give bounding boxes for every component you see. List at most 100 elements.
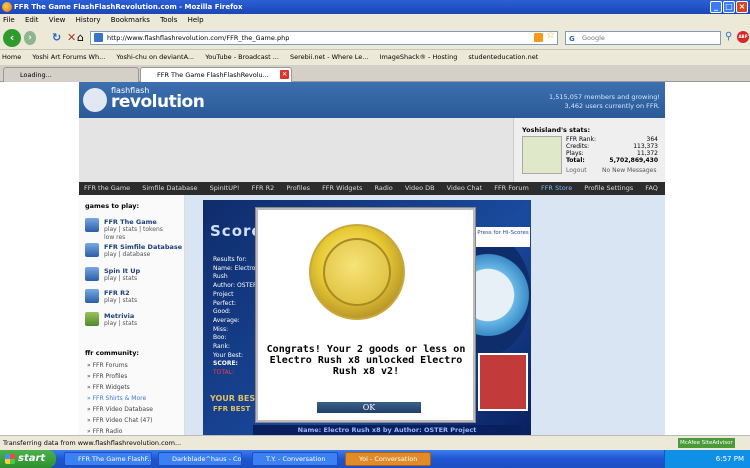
- nav-ffr-widgets[interactable]: FFR Widgets: [322, 184, 362, 192]
- community-video-database[interactable]: » FFR Video Database: [87, 406, 153, 413]
- adblock-icon[interactable]: ABP: [737, 31, 749, 43]
- menu-view[interactable]: View: [49, 16, 66, 24]
- community-profiles[interactable]: » FFR Profiles: [87, 373, 127, 380]
- menu-tools[interactable]: Tools: [160, 16, 177, 24]
- tab-close-icon[interactable]: ×: [280, 70, 289, 79]
- song-info-bar: Name: Electro Rush x8 by Author: OSTER P…: [253, 425, 521, 435]
- nav-faq[interactable]: FAQ: [645, 184, 658, 192]
- stat-total: Total: 5,702,869,430: [566, 157, 658, 164]
- game-icon: [85, 289, 99, 303]
- hiscores-button[interactable]: Press for Hi-Scores: [476, 227, 530, 247]
- community-widgets[interactable]: » FFR Widgets: [87, 384, 130, 391]
- game-title[interactable]: FFR The Game: [104, 218, 157, 226]
- results-rank: Rank:: [213, 343, 231, 351]
- url-text: http://www.flashflashrevolution.com/FFR_…: [107, 34, 290, 42]
- menu-bookmarks[interactable]: Bookmarks: [111, 16, 150, 24]
- stats-title: Yoshisland's stats:: [522, 126, 591, 134]
- community-label: FFR Shirts & More: [92, 395, 147, 402]
- menu-history[interactable]: History: [76, 16, 101, 24]
- game-links[interactable]: play | database: [104, 251, 150, 258]
- maximize-button[interactable]: □: [723, 1, 735, 13]
- stat-label: Credits:: [566, 143, 590, 150]
- system-tray: 6:57 PM: [664, 450, 750, 468]
- url-bar[interactable]: http://www.flashflashrevolution.com/FFR_…: [90, 30, 558, 45]
- nav-video-chat[interactable]: Video Chat: [447, 184, 482, 192]
- bookmark-serebii[interactable]: Serebii.net - Where Le...: [290, 53, 368, 61]
- community-label: FFR Profiles: [92, 373, 128, 380]
- nav-ffr-game[interactable]: FFR the Game: [84, 184, 130, 192]
- community-forums[interactable]: » FFR Forums: [87, 362, 128, 369]
- forward-button[interactable]: ›: [24, 31, 36, 45]
- clock[interactable]: 6:57 PM: [716, 455, 744, 463]
- home-icon[interactable]: ⌂: [77, 31, 84, 44]
- nav-ffr-store[interactable]: FFR Store: [541, 184, 572, 192]
- community-video-chat[interactable]: » FFR Video Chat (47): [87, 417, 153, 424]
- minimize-button[interactable]: _: [710, 1, 722, 13]
- menu-file[interactable]: File: [3, 16, 15, 24]
- game-title[interactable]: Spin It Up: [104, 267, 140, 275]
- task-firefox[interactable]: FFR The Game FlashF...: [64, 452, 152, 466]
- nav-spinitup[interactable]: SpinItUP!: [210, 184, 240, 192]
- bookmark-imageshack[interactable]: ImageShack® - Hosting: [380, 53, 458, 61]
- ok-button[interactable]: OK: [317, 402, 421, 413]
- task-darkblade[interactable]: Darkblade^haus - Co...: [158, 452, 242, 466]
- rss-icon[interactable]: [534, 33, 543, 42]
- reload-icon[interactable]: ↻: [52, 31, 61, 44]
- messages-link[interactable]: No New Messages: [602, 167, 656, 174]
- community-label: FFR Forums: [92, 362, 128, 369]
- site-favicon: [94, 33, 103, 42]
- nav-profiles[interactable]: Profiles: [286, 184, 310, 192]
- game-links[interactable]: play | stats: [104, 297, 137, 304]
- stop-icon[interactable]: ✕: [67, 31, 76, 44]
- game-links[interactable]: play | stats: [104, 275, 137, 282]
- community-shirts[interactable]: » FFR Shirts & More: [87, 395, 146, 402]
- game-links[interactable]: play | stats: [104, 320, 137, 327]
- game-title[interactable]: FFR Simfile Database: [104, 243, 182, 251]
- coin-runner-emblem: [323, 238, 391, 306]
- logo-runner-icon: [83, 88, 107, 112]
- community-radio[interactable]: » FFR Radio: [87, 428, 122, 435]
- close-button[interactable]: ×: [736, 1, 748, 13]
- nav-ffr-r2[interactable]: FFR R2: [252, 184, 275, 192]
- task-yoi-conversation[interactable]: Yoi - Conversation: [345, 452, 431, 466]
- game-title[interactable]: Metrivia: [104, 312, 134, 320]
- game-links[interactable]: play | stats | tokens: [104, 226, 163, 233]
- game-lowres-link[interactable]: low res: [104, 234, 125, 241]
- logout-link[interactable]: Logout: [566, 167, 587, 174]
- nav-video-db[interactable]: Video DB: [405, 184, 435, 192]
- task-ty-conversation[interactable]: T.Y. - Conversation: [252, 452, 338, 466]
- menu-help[interactable]: Help: [188, 16, 204, 24]
- game-title[interactable]: FFR R2: [104, 289, 130, 297]
- bookmark-home[interactable]: Home: [2, 53, 21, 61]
- bookmark-star-icon[interactable]: ☆: [546, 30, 555, 42]
- bookmark-youtube[interactable]: YouTube - Broadcast ...: [205, 53, 279, 61]
- results-good: Good:: [213, 308, 231, 316]
- tab-loading[interactable]: Loading...: [3, 67, 139, 82]
- task-label: T.Y. - Conversation: [266, 455, 326, 463]
- bookmark-studenteducation[interactable]: studenteducation.net: [468, 53, 538, 61]
- tab-ffr-game[interactable]: FFR The Game FlashFlashRevolu... ×: [140, 67, 292, 82]
- menu-edit[interactable]: Edit: [25, 16, 39, 24]
- bookmark-deviantart[interactable]: Yoshi-chu on deviantA...: [116, 53, 194, 61]
- game-icon: [85, 218, 99, 232]
- bookmark-yoshi-art[interactable]: Yoshi Art Forums Wh...: [32, 53, 105, 61]
- results-list: Results for: Name: Electro Rush Author: …: [213, 256, 259, 378]
- tab-label: FFR The Game FlashFlashRevolu...: [157, 71, 269, 79]
- nav-simfile-database[interactable]: Simfile Database: [142, 184, 197, 192]
- nav-radio[interactable]: Radio: [374, 184, 392, 192]
- ad-area: [79, 118, 513, 182]
- results-score: SCORE:: [213, 360, 238, 368]
- results-for-label: Results for:: [213, 256, 247, 263]
- score-heading: Score: [210, 222, 263, 240]
- results-average: Average:: [213, 316, 240, 324]
- search-icon[interactable]: ⚲: [725, 31, 732, 42]
- back-button[interactable]: ‹: [3, 29, 21, 47]
- user-avatar[interactable]: [522, 136, 562, 174]
- nav-profile-settings[interactable]: Profile Settings: [584, 184, 633, 192]
- nav-ffr-forum[interactable]: FFR Forum: [494, 184, 529, 192]
- start-button[interactable]: start: [0, 450, 56, 468]
- search-input[interactable]: G Google: [565, 31, 721, 45]
- mcafee-badge[interactable]: McAfee SiteAdvisor: [678, 438, 735, 448]
- start-label: start: [18, 453, 46, 464]
- results-boo: Boo:: [213, 334, 227, 342]
